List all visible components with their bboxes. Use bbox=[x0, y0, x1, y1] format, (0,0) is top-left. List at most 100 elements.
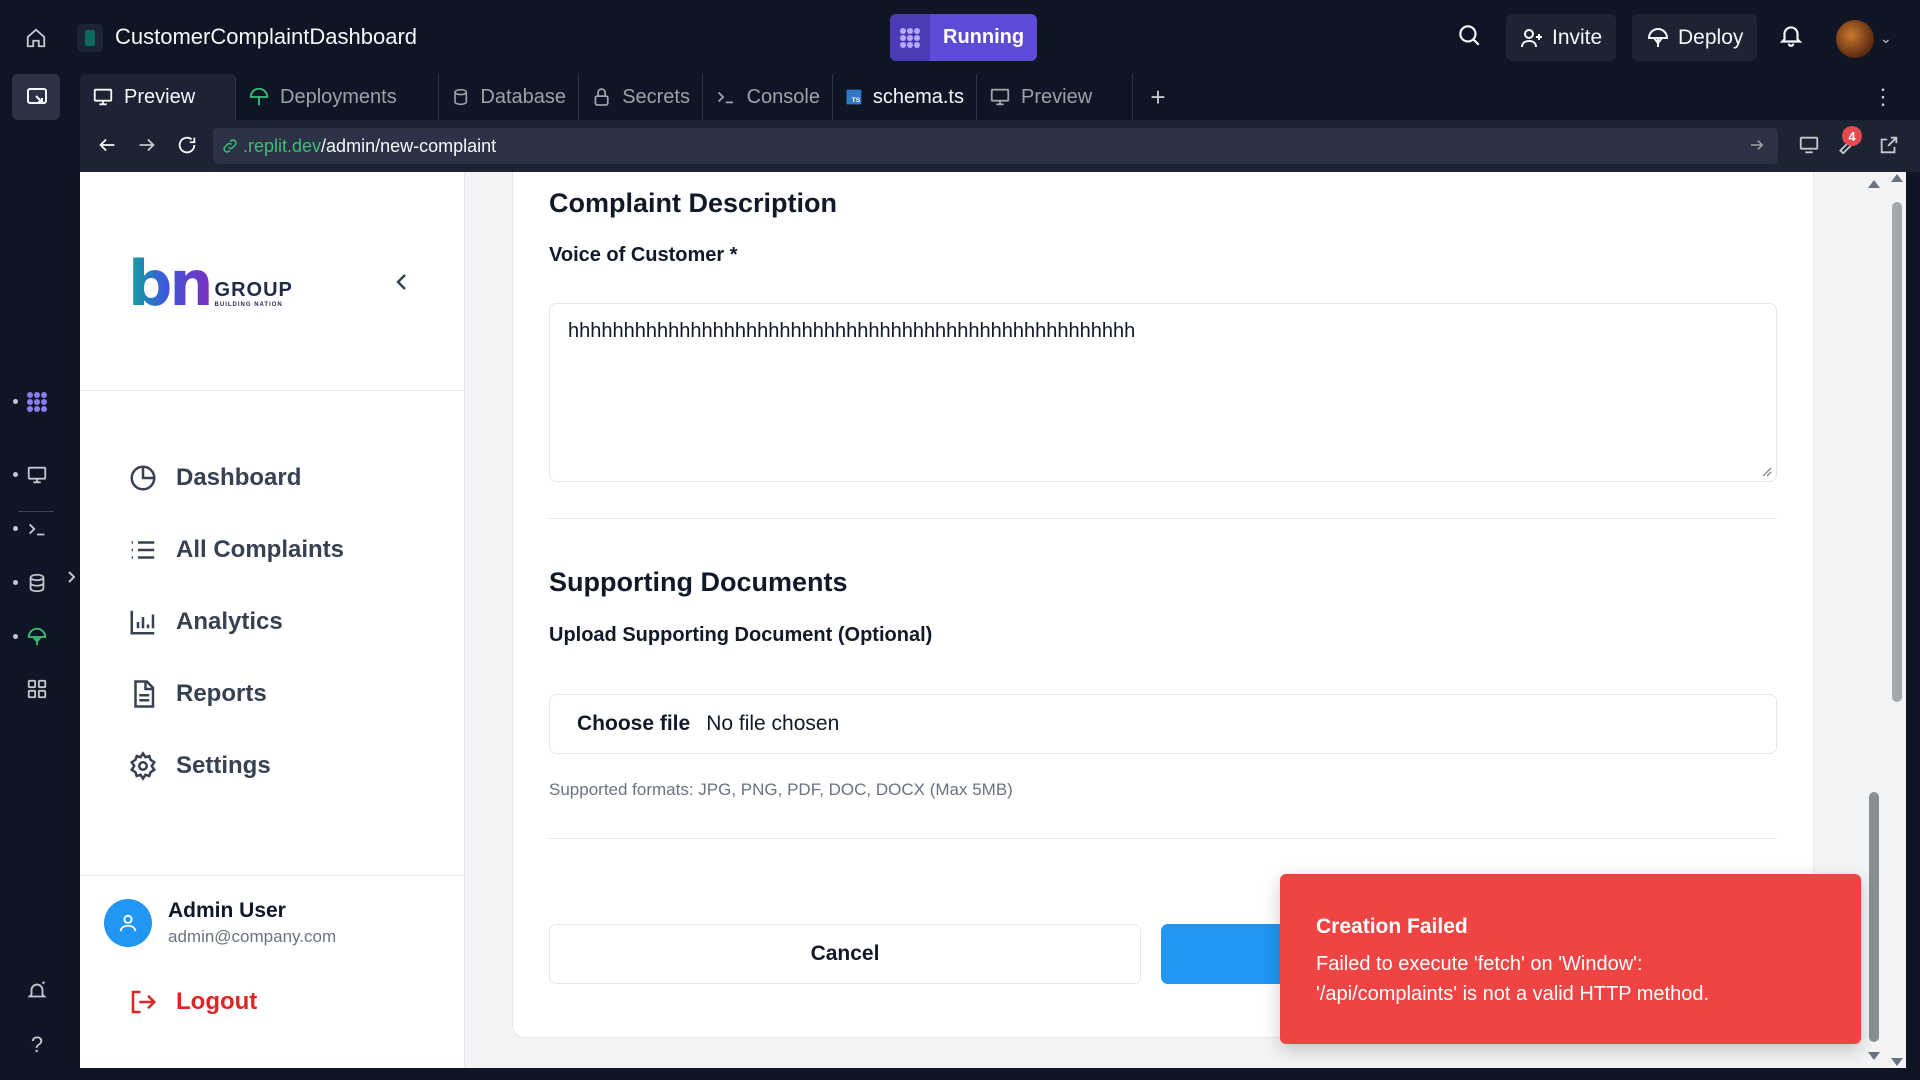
repl-icon bbox=[77, 24, 103, 52]
toast-message: Failed to execute 'fetch' on 'Window': '… bbox=[1316, 949, 1825, 1009]
help-icon[interactable]: ? bbox=[24, 1032, 50, 1058]
nav-item-settings[interactable]: Settings bbox=[128, 730, 344, 802]
nav-label: All Complaints bbox=[176, 536, 345, 563]
reload-icon[interactable] bbox=[176, 134, 198, 156]
rail-dot bbox=[13, 580, 18, 585]
more-vertical-icon[interactable]: ⋮ bbox=[1872, 84, 1894, 110]
url-path: /admin/new-complaint bbox=[321, 135, 497, 156]
choose-file-button[interactable]: Choose file bbox=[577, 712, 690, 736]
user-profile[interactable]: Admin User admin@company.com bbox=[104, 899, 336, 947]
nav-item-dashboard[interactable]: Dashboard bbox=[128, 442, 344, 514]
add-tab-icon[interactable]: + bbox=[1133, 74, 1183, 120]
user-avatar[interactable] bbox=[1836, 20, 1874, 58]
open-external-icon[interactable] bbox=[1878, 134, 1900, 156]
scroll-up-icon[interactable] bbox=[1868, 180, 1880, 188]
scroll-down-icon[interactable] bbox=[1891, 1058, 1903, 1066]
company-logo: bn GROUP BUILDING NATION bbox=[128, 253, 293, 315]
tab-label: Database bbox=[480, 85, 566, 108]
chevron-right-icon[interactable] bbox=[66, 564, 78, 590]
error-toast[interactable]: Creation Failed Failed to execute 'fetch… bbox=[1280, 874, 1861, 1044]
tab-database[interactable]: Database bbox=[439, 74, 579, 120]
collapse-sidebar-icon[interactable] bbox=[390, 270, 414, 294]
back-arrow-icon[interactable] bbox=[96, 134, 118, 156]
database-icon bbox=[454, 88, 468, 106]
cancel-button[interactable]: Cancel bbox=[549, 924, 1141, 984]
section-title-description: Complaint Description bbox=[549, 188, 838, 218]
url-input[interactable]: .replit.dev/admin/new-complaint bbox=[213, 128, 1778, 164]
nav-item-reports[interactable]: Reports bbox=[128, 658, 344, 730]
console-icon[interactable] bbox=[24, 516, 50, 542]
textarea-value: hhhhhhhhhhhhhhhhhhhhhhhhhhhhhhhhhhhhhhhh… bbox=[568, 320, 1136, 342]
pie-chart-icon bbox=[130, 465, 156, 491]
monitor-icon[interactable] bbox=[24, 462, 50, 488]
toast-title: Creation Failed bbox=[1316, 915, 1468, 938]
invite-button[interactable]: Invite bbox=[1506, 14, 1617, 61]
home-icon[interactable] bbox=[18, 20, 54, 56]
tab-schema[interactable]: TS schema.ts bbox=[833, 74, 977, 120]
chevron-down-icon[interactable]: ⌄ bbox=[1880, 30, 1892, 47]
nav-item-analytics[interactable]: Analytics bbox=[128, 586, 344, 658]
tab-preview[interactable]: Preview bbox=[80, 74, 236, 120]
file-status: No file chosen bbox=[706, 712, 840, 735]
url-host: .replit.dev bbox=[243, 135, 322, 156]
svg-text:TS: TS bbox=[852, 97, 861, 104]
sidebar-divider bbox=[80, 875, 465, 876]
scroll-thumb[interactable] bbox=[1892, 202, 1902, 702]
arrow-right-icon[interactable] bbox=[1748, 136, 1766, 154]
new-tab-icon[interactable] bbox=[24, 84, 50, 110]
resize-handle-icon[interactable] bbox=[1760, 465, 1772, 477]
section-title-documents: Supporting Documents bbox=[549, 567, 848, 597]
voice-of-customer-textarea[interactable]: hhhhhhhhhhhhhhhhhhhhhhhhhhhhhhhhhhhhhhhh… bbox=[549, 303, 1777, 482]
apps-grid-icon[interactable] bbox=[24, 676, 50, 702]
app-nav: Dashboard All Complaints Analytics Repor… bbox=[128, 442, 344, 802]
error-count-badge: 4 bbox=[1842, 126, 1862, 146]
deployments-rail-icon[interactable] bbox=[24, 624, 50, 650]
file-upload-input[interactable]: Choose file No file chosen bbox=[549, 694, 1777, 754]
bar-chart-icon bbox=[130, 610, 155, 635]
logout-button[interactable]: Logout bbox=[128, 987, 257, 1017]
invite-label: Invite bbox=[1552, 25, 1603, 49]
tab-label: schema.ts bbox=[872, 85, 964, 108]
rail-dot bbox=[13, 634, 18, 639]
devices-icon[interactable] bbox=[1798, 134, 1820, 156]
scroll-thumb[interactable] bbox=[1869, 792, 1879, 1042]
agent-icon bbox=[890, 14, 930, 61]
deploy-icon bbox=[1647, 27, 1669, 47]
tab-deployments[interactable]: Deployments bbox=[236, 74, 439, 120]
nav-label: Settings bbox=[176, 752, 271, 779]
scroll-up-icon[interactable] bbox=[1891, 174, 1903, 182]
search-icon[interactable] bbox=[1456, 22, 1482, 48]
logo-group-text: GROUP bbox=[214, 279, 293, 301]
monitor-icon bbox=[990, 88, 1010, 106]
tab-secrets[interactable]: Secrets bbox=[579, 74, 703, 120]
content-scrollbar[interactable] bbox=[1866, 172, 1882, 1068]
gear-icon bbox=[130, 751, 156, 781]
alerts-icon[interactable] bbox=[24, 978, 50, 1004]
database-icon[interactable] bbox=[24, 570, 50, 596]
run-button[interactable]: Running bbox=[890, 14, 1038, 61]
ide-topbar: CustomerComplaintDashboard Running Invit… bbox=[0, 0, 1920, 74]
deploy-button[interactable]: Deploy bbox=[1632, 14, 1758, 61]
rail-dot bbox=[13, 526, 18, 531]
console-icon bbox=[717, 91, 734, 104]
tab-label: Preview bbox=[124, 85, 196, 108]
add-user-icon bbox=[1521, 28, 1542, 47]
nav-item-all-complaints[interactable]: All Complaints bbox=[128, 514, 344, 586]
tab-label: Console bbox=[746, 85, 820, 108]
tab-label: Deployments bbox=[280, 85, 397, 108]
notification-bell-icon[interactable] bbox=[1778, 22, 1804, 48]
toast-message-line: Failed to execute 'fetch' on 'Window': bbox=[1316, 953, 1643, 975]
section-divider bbox=[549, 518, 1777, 519]
tab-preview-2[interactable]: Preview bbox=[977, 74, 1133, 120]
repl-name[interactable]: CustomerComplaintDashboard bbox=[115, 24, 417, 50]
list-icon bbox=[131, 541, 155, 559]
forward-arrow-icon[interactable] bbox=[136, 134, 158, 156]
user-email: admin@company.com bbox=[168, 927, 337, 946]
scroll-down-icon[interactable] bbox=[1868, 1052, 1880, 1060]
tab-console[interactable]: Console bbox=[703, 74, 833, 120]
nav-label: Dashboard bbox=[176, 464, 302, 491]
run-label: Running bbox=[930, 14, 1038, 61]
preview-scrollbar[interactable] bbox=[1886, 172, 1906, 1068]
document-icon bbox=[134, 680, 155, 708]
agent-rail-icon[interactable] bbox=[24, 389, 50, 415]
